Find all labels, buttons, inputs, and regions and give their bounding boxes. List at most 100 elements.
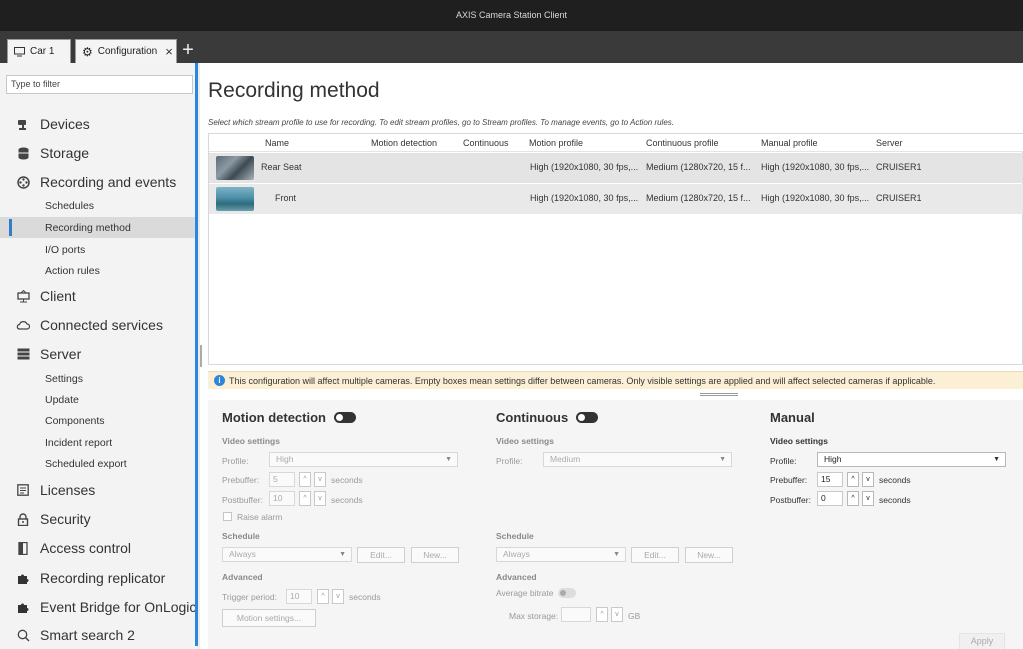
sidebar-item-connected-services[interactable]: Connected services xyxy=(0,311,197,339)
gb-label: GB xyxy=(628,611,641,621)
decrement-button[interactable]: v xyxy=(862,491,874,506)
main-content: Recording method Select which stream pro… xyxy=(203,63,1023,649)
sidebar-item-scheduled-export[interactable]: Scheduled export xyxy=(0,453,197,474)
settings-panel: Motion detection Video settings Profile:… xyxy=(208,400,1023,649)
increment-button[interactable]: ^ xyxy=(847,491,859,506)
lock-icon xyxy=(16,512,30,526)
sidebar-item-storage[interactable]: Storage xyxy=(0,139,197,167)
chevron-down-icon: ▼ xyxy=(993,456,1000,463)
decrement-button[interactable]: v xyxy=(332,589,344,604)
increment-button[interactable]: ^ xyxy=(847,472,859,487)
table-row[interactable]: Front High (1920x1080, 30 fps,... Medium… xyxy=(209,184,1023,214)
tab-label: Car 1 xyxy=(30,46,55,57)
motion-schedule-select[interactable]: Always ▼ xyxy=(222,547,352,562)
motion-settings-button[interactable]: Motion settings... xyxy=(222,609,316,627)
prebuffer-input[interactable]: 5 xyxy=(269,472,295,487)
raise-alarm-checkbox[interactable] xyxy=(223,512,232,521)
sidebar-item-incident-report[interactable]: Incident report xyxy=(0,432,197,453)
film-reel-icon xyxy=(16,175,30,189)
profile-label: Profile: xyxy=(222,456,249,466)
door-icon xyxy=(16,541,30,555)
sidebar-item-recording-and-events[interactable]: Recording and events xyxy=(0,168,197,196)
new-schedule-button[interactable]: New... xyxy=(411,547,459,563)
continuous-schedule-select[interactable]: Always ▼ xyxy=(496,547,626,562)
window-title: AXIS Camera Station Client xyxy=(0,0,1023,31)
chevron-down-icon: ▼ xyxy=(339,551,346,558)
database-icon xyxy=(16,146,30,160)
motion-profile-select[interactable]: High ▼ xyxy=(269,452,458,467)
profile-label: Profile: xyxy=(770,456,797,466)
sidebar-item-devices[interactable]: Devices xyxy=(0,110,197,138)
decrement-button[interactable]: v xyxy=(862,472,874,487)
advanced-label: Advanced xyxy=(222,572,263,582)
sidebar-item-smart-search[interactable]: Smart search 2 xyxy=(0,621,197,649)
manual-postbuffer-input[interactable]: 0 xyxy=(817,491,843,506)
average-bitrate-toggle[interactable] xyxy=(557,588,576,598)
cameras-table: Name Motion detection Continuous Motion … xyxy=(208,133,1023,365)
panel-resize-handle[interactable] xyxy=(700,393,738,396)
postbuffer-label: Postbuffer: xyxy=(222,495,263,505)
puzzle-icon xyxy=(16,571,30,585)
sidebar-item-security[interactable]: Security xyxy=(0,505,197,533)
add-tab-button[interactable]: + xyxy=(178,40,198,62)
increment-button[interactable]: ^ xyxy=(299,491,311,506)
decrement-button[interactable]: v xyxy=(611,607,623,622)
profile-label: Profile: xyxy=(496,456,523,466)
prebuffer-label: Prebuffer: xyxy=(770,475,808,485)
new-schedule-button[interactable]: New... xyxy=(685,547,733,563)
continuous-toggle[interactable] xyxy=(576,412,599,423)
sidebar-item-components[interactable]: Components xyxy=(0,410,197,431)
decrement-button[interactable]: v xyxy=(314,472,326,487)
sidebar-item-io-ports[interactable]: I/O ports xyxy=(0,239,197,260)
decrement-button[interactable]: v xyxy=(314,491,326,506)
column-header[interactable]: Name xyxy=(265,138,289,148)
tab-car-1[interactable]: Car 1 xyxy=(7,39,71,63)
chevron-down-icon: ▼ xyxy=(445,456,452,463)
sidebar-item-recording-replicator[interactable]: Recording replicator xyxy=(0,564,197,592)
column-header[interactable]: Motion detection xyxy=(371,138,437,148)
sidebar-item-licenses[interactable]: Licenses xyxy=(0,476,197,504)
continuous-profile-select[interactable]: Medium ▼ xyxy=(543,452,732,467)
column-header[interactable]: Continuous profile xyxy=(646,138,719,148)
column-header[interactable]: Server xyxy=(876,138,903,148)
increment-button[interactable]: ^ xyxy=(596,607,608,622)
max-storage-input[interactable] xyxy=(561,607,591,622)
sidebar-item-settings[interactable]: Settings xyxy=(0,368,197,389)
sidebar-item-update[interactable]: Update xyxy=(0,389,197,410)
tab-label: Configuration xyxy=(97,46,158,57)
cloud-icon xyxy=(16,318,30,332)
sidebar-item-action-rules[interactable]: Action rules xyxy=(0,260,197,281)
close-icon[interactable]: × xyxy=(165,44,173,59)
sidebar-item-schedules[interactable]: Schedules xyxy=(0,195,197,216)
max-storage-label: Max storage: xyxy=(509,611,559,621)
camera-thumbnail xyxy=(216,187,254,211)
video-settings-label: Video settings xyxy=(496,436,554,446)
sidebar-item-access-control[interactable]: Access control xyxy=(0,534,197,562)
sidebar-item-recording-method[interactable]: Recording method xyxy=(0,217,197,238)
postbuffer-input[interactable]: 10 xyxy=(269,491,295,506)
manual-prebuffer-input[interactable]: 15 xyxy=(817,472,843,487)
page-title: Recording method xyxy=(208,79,380,102)
edit-schedule-button[interactable]: Edit... xyxy=(357,547,405,563)
sidebar-item-client[interactable]: Client xyxy=(0,282,197,310)
column-header[interactable]: Continuous xyxy=(463,138,509,148)
sidebar-splitter[interactable] xyxy=(200,345,202,367)
sidebar-item-event-bridge[interactable]: Event Bridge for OnLogic xyxy=(0,593,197,621)
manual-profile-select[interactable]: High ▼ xyxy=(817,452,1006,467)
gear-icon: ⚙ xyxy=(82,44,93,59)
table-row[interactable]: Rear Seat High (1920x1080, 30 fps,... Me… xyxy=(209,153,1023,183)
edit-schedule-button[interactable]: Edit... xyxy=(631,547,679,563)
increment-button[interactable]: ^ xyxy=(299,472,311,487)
apply-button[interactable]: Apply xyxy=(959,633,1005,649)
column-header[interactable]: Manual profile xyxy=(761,138,818,148)
increment-button[interactable]: ^ xyxy=(317,589,329,604)
sidebar-item-server[interactable]: Server xyxy=(0,340,197,368)
prebuffer-label: Prebuffer: xyxy=(222,475,260,485)
seconds-label: seconds xyxy=(331,475,363,485)
table-header: Name Motion detection Continuous Motion … xyxy=(209,134,1023,152)
trigger-period-input[interactable]: 10 xyxy=(286,589,312,604)
tab-configuration[interactable]: ⚙ Configuration × xyxy=(75,39,177,63)
column-header[interactable]: Motion profile xyxy=(529,138,583,148)
motion-detection-toggle[interactable] xyxy=(334,412,356,423)
filter-input[interactable]: Type to filter xyxy=(6,75,193,94)
